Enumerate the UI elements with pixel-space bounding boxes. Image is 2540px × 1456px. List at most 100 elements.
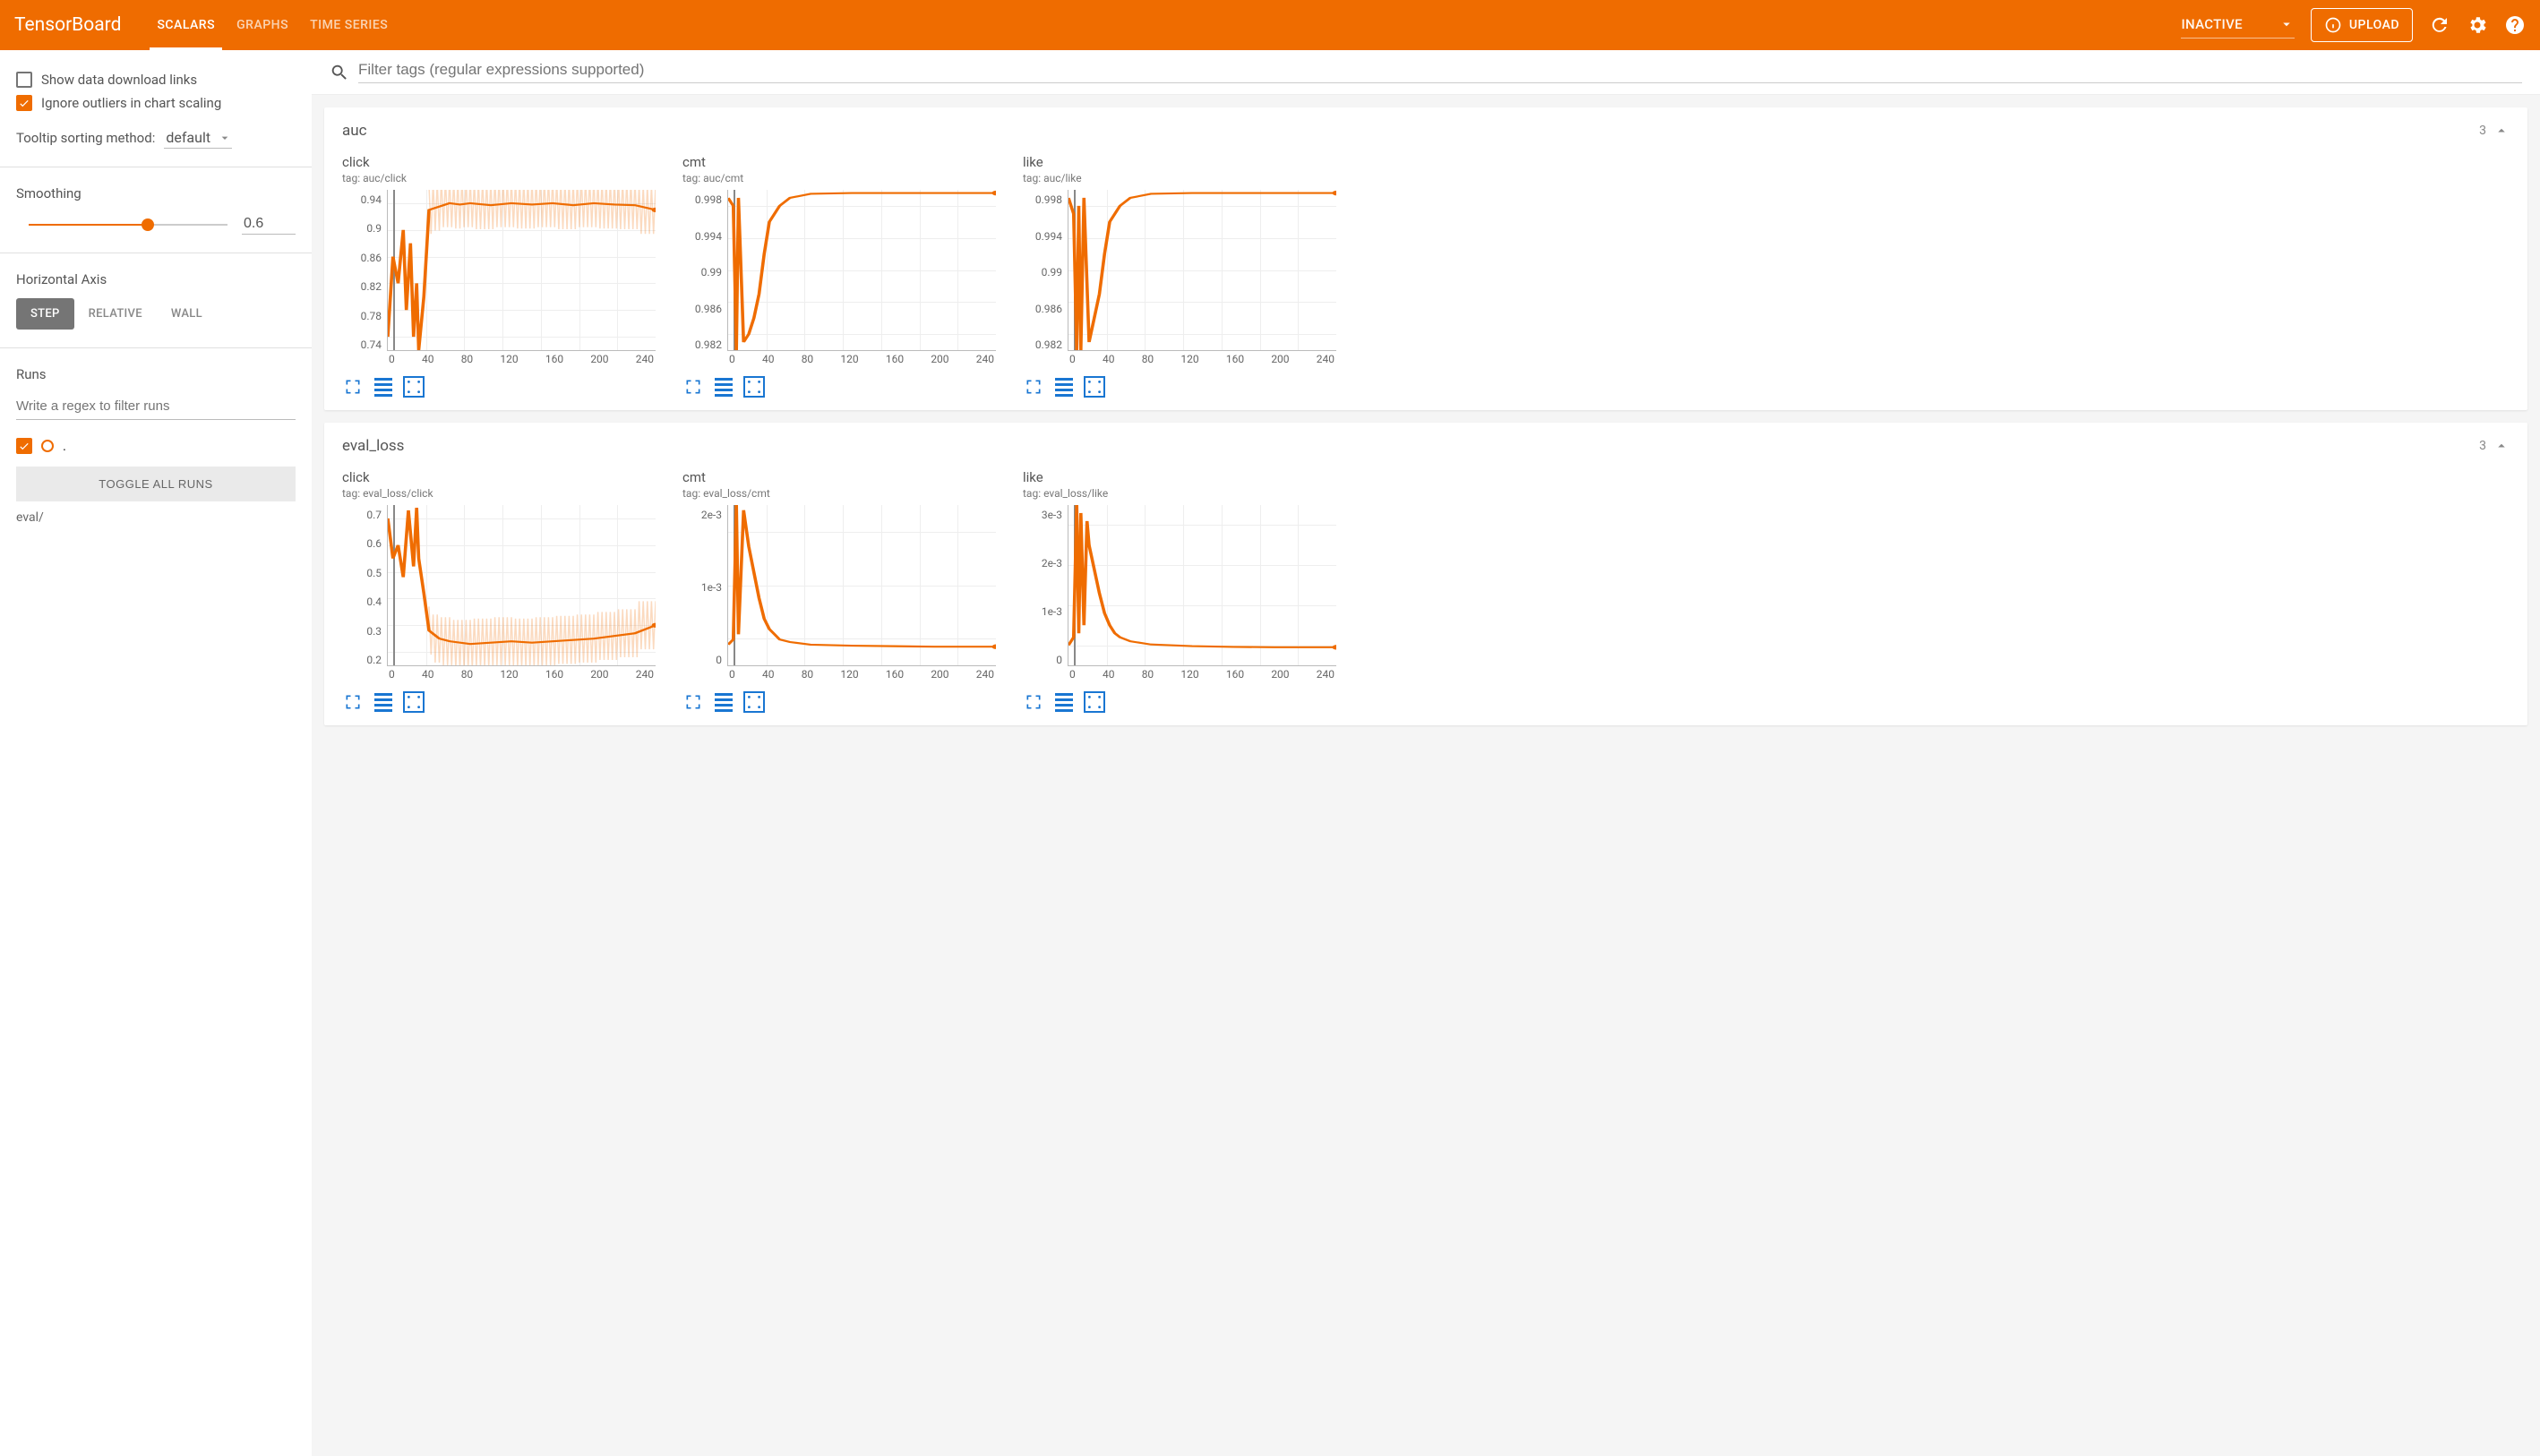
plot-area <box>387 190 656 351</box>
chart-plot[interactable]: 2e-31e-30 04080120160200240 <box>682 505 996 684</box>
fullscreen-icon[interactable] <box>682 376 704 398</box>
category-title: auc <box>342 122 2479 140</box>
runs-filter-input[interactable] <box>16 393 296 420</box>
smoothing-slider-row <box>29 214 296 235</box>
tooltip-sort-value: default <box>166 129 210 146</box>
axis-relative-button[interactable]: RELATIVE <box>74 298 157 330</box>
fullscreen-icon[interactable] <box>342 691 364 713</box>
help-icon[interactable] <box>2504 14 2526 36</box>
tooltip-sort-select[interactable]: default <box>164 127 232 149</box>
toggle-y-axis-icon[interactable] <box>373 376 394 398</box>
tab-scalars[interactable]: SCALARS <box>157 0 215 50</box>
category-header[interactable]: eval_loss 3 <box>324 423 2527 469</box>
chart-title: click <box>342 154 656 170</box>
fullscreen-icon[interactable] <box>1023 691 1044 713</box>
plot-area <box>727 505 996 666</box>
chart-tag: tag: auc/like <box>1023 172 1336 184</box>
gear-icon[interactable] <box>2467 14 2488 36</box>
y-axis: 0.940.90.860.820.780.74 <box>342 190 387 369</box>
x-axis: 04080120160200240 <box>727 668 996 684</box>
chart-controls <box>682 691 996 713</box>
search-icon <box>330 63 349 82</box>
fit-domain-icon[interactable] <box>403 691 425 713</box>
run-color-swatch <box>41 440 54 452</box>
axis-wall-button[interactable]: WALL <box>157 298 217 330</box>
chart-plot[interactable]: 3e-32e-31e-30 04080120160200240 <box>1023 505 1336 684</box>
tab-time-series[interactable]: TIME SERIES <box>310 0 388 50</box>
fit-domain-icon[interactable] <box>1084 376 1105 398</box>
category-auc: auc 3 click tag: auc/click 0.940.90.860.… <box>324 107 2527 410</box>
chart-auc-click: click tag: auc/click 0.940.90.860.820.78… <box>342 154 656 398</box>
chart-plot[interactable]: 0.9980.9940.990.9860.982 040801201602002… <box>682 190 996 369</box>
category-header[interactable]: auc 3 <box>324 107 2527 154</box>
refresh-icon[interactable] <box>2429 14 2450 36</box>
chevron-down-icon <box>2278 16 2295 32</box>
horizontal-axis-label: Horizontal Axis <box>16 271 296 287</box>
toggle-y-axis-icon[interactable] <box>713 691 734 713</box>
chart-title: like <box>1023 154 1336 170</box>
chart-tag: tag: auc/click <box>342 172 656 184</box>
chevron-up-icon <box>2493 438 2510 454</box>
inactive-dropdown[interactable]: INACTIVE <box>2181 13 2294 39</box>
y-axis: 3e-32e-31e-30 <box>1023 505 1068 684</box>
fit-domain-icon[interactable] <box>403 376 425 398</box>
fit-domain-icon[interactable] <box>743 691 765 713</box>
toggle-all-runs-button[interactable]: TOGGLE ALL RUNS <box>16 467 296 501</box>
x-axis: 04080120160200240 <box>727 353 996 369</box>
smoothing-slider[interactable] <box>29 224 227 226</box>
chart-tag: tag: eval_loss/click <box>342 487 656 500</box>
runs-label: Runs <box>16 366 296 382</box>
y-axis: 2e-31e-30 <box>682 505 727 684</box>
toggle-y-axis-icon[interactable] <box>1053 376 1075 398</box>
tab-graphs[interactable]: GRAPHS <box>236 0 288 50</box>
x-axis: 04080120160200240 <box>1068 353 1336 369</box>
tooltip-sort-label: Tooltip sorting method: <box>16 130 155 146</box>
run-checkbox[interactable] <box>16 438 32 454</box>
fit-domain-icon[interactable] <box>743 376 765 398</box>
chart-plot[interactable]: 0.940.90.860.820.780.74 0408012016020024… <box>342 190 656 369</box>
fullscreen-icon[interactable] <box>682 691 704 713</box>
chart-plot[interactable]: 0.9980.9940.990.9860.982 040801201602002… <box>1023 190 1336 369</box>
category-count: 3 <box>2479 124 2486 138</box>
app-header: TensorBoard SCALARS GRAPHS TIME SERIES I… <box>0 0 2540 50</box>
app-logo: TensorBoard <box>14 14 121 36</box>
category-eval_loss: eval_loss 3 click tag: eval_loss/click 0… <box>324 423 2527 725</box>
chart-title: cmt <box>682 154 996 170</box>
upload-label: UPLOAD <box>2349 18 2399 32</box>
filter-bar <box>312 50 2540 95</box>
chart-title: click <box>342 469 656 485</box>
plot-area <box>387 505 656 666</box>
fullscreen-icon[interactable] <box>342 376 364 398</box>
sidebar: Show data download links Ignore outliers… <box>0 50 312 1456</box>
ignore-outliers-row: Ignore outliers in chart scaling <box>16 95 296 111</box>
chart-controls <box>342 376 656 398</box>
smoothing-label: Smoothing <box>16 185 296 201</box>
run-name: . <box>63 438 66 454</box>
toggle-y-axis-icon[interactable] <box>713 376 734 398</box>
chart-controls <box>342 691 656 713</box>
nav-tabs: SCALARS GRAPHS TIME SERIES <box>157 0 2181 50</box>
fit-domain-icon[interactable] <box>1084 691 1105 713</box>
chart-title: like <box>1023 469 1336 485</box>
smoothing-input[interactable] <box>242 214 296 235</box>
axis-step-button[interactable]: STEP <box>16 298 74 330</box>
chart-controls <box>1023 376 1336 398</box>
y-axis: 0.70.60.50.40.30.2 <box>342 505 387 684</box>
run-row[interactable]: . <box>16 438 296 454</box>
fullscreen-icon[interactable] <box>1023 376 1044 398</box>
ignore-outliers-checkbox[interactable] <box>16 95 32 111</box>
chart-plot[interactable]: 0.70.60.50.40.30.2 04080120160200240 <box>342 505 656 684</box>
tag-filter-input[interactable] <box>358 61 2522 83</box>
toggle-y-axis-icon[interactable] <box>1053 691 1075 713</box>
show-download-label: Show data download links <box>41 72 197 88</box>
plot-area <box>1068 190 1336 351</box>
main-content: auc 3 click tag: auc/click 0.940.90.860.… <box>312 50 2540 1456</box>
toggle-y-axis-icon[interactable] <box>373 691 394 713</box>
chart-controls <box>1023 691 1336 713</box>
x-axis: 04080120160200240 <box>387 668 656 684</box>
tooltip-sort-row: Tooltip sorting method: default <box>16 127 296 149</box>
show-download-checkbox[interactable] <box>16 72 32 88</box>
axis-button-group: STEP RELATIVE WALL <box>16 298 296 330</box>
upload-button[interactable]: UPLOAD <box>2311 8 2413 42</box>
y-axis: 0.9980.9940.990.9860.982 <box>1023 190 1068 369</box>
